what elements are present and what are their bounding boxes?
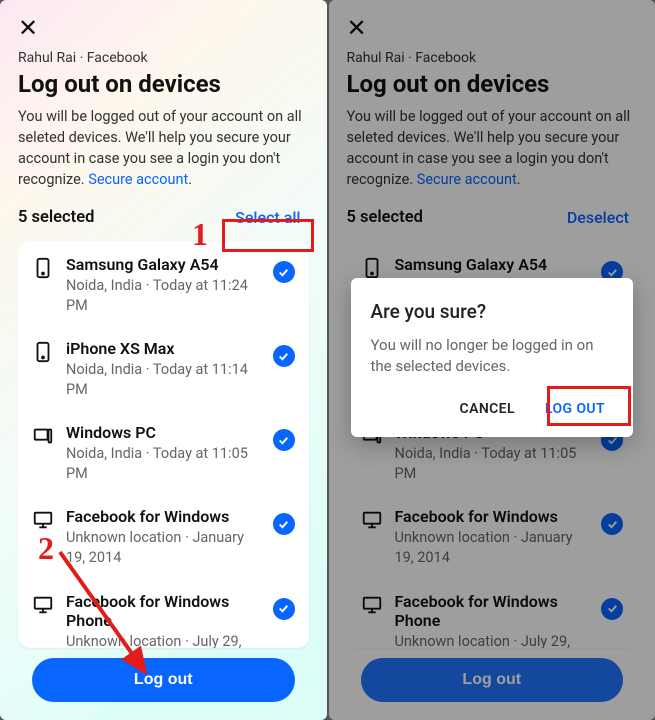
dialog-confirm-button[interactable]: LOG OUT <box>537 395 613 423</box>
selected-count: 5 selected <box>18 208 94 227</box>
device-row[interactable]: Facebook for Windows Unknown location · … <box>347 495 638 579</box>
device-detail: Unknown location · January 19, 2014 <box>395 528 590 567</box>
device-row[interactable]: Windows PC Noida, India · Today at 11:05… <box>18 411 309 495</box>
device-row[interactable]: Samsung Galaxy A54 Noida, India · Today … <box>18 243 309 327</box>
device-name: Facebook for Windows Phone <box>395 592 590 630</box>
panel-right: ✕ Rahul Rai · Facebook Log out on device… <box>329 0 655 720</box>
phone-icon <box>32 341 54 363</box>
monitor-icon <box>32 594 54 616</box>
device-row[interactable]: Facebook for Windows Unknown location · … <box>18 495 309 579</box>
device-detail: Noida, India · Today at 11:24 PM <box>66 276 261 315</box>
checkmark-icon[interactable] <box>273 261 295 283</box>
checkmark-icon[interactable] <box>273 513 295 535</box>
page-title: Log out on devices <box>18 70 309 98</box>
device-detail: Noida, India · Today at 11:05 PM <box>395 444 590 483</box>
close-icon[interactable]: ✕ <box>18 16 38 40</box>
device-name: Samsung Galaxy A54 <box>395 255 590 274</box>
device-row[interactable]: Facebook for Windows Phone Unknown locat… <box>347 580 638 648</box>
device-name: Facebook for Windows <box>395 507 590 526</box>
secure-account-link[interactable]: Secure account <box>417 171 517 188</box>
page-description: You will be logged out of your account o… <box>347 106 638 190</box>
checkmark-icon[interactable] <box>273 345 295 367</box>
monitor-icon <box>361 509 383 531</box>
device-name: Facebook for Windows <box>66 507 261 526</box>
select-all-button[interactable]: Select all <box>227 204 308 231</box>
logout-button[interactable]: Log out <box>32 658 295 702</box>
device-row[interactable]: Facebook for Windows Phone Unknown locat… <box>18 580 309 648</box>
device-name: Samsung Galaxy A54 <box>66 255 261 274</box>
monitor-icon <box>361 594 383 616</box>
page-title: Log out on devices <box>347 70 638 98</box>
device-detail: Noida, India · Today at 11:05 PM <box>66 444 261 483</box>
pc-icon <box>32 425 54 447</box>
checkmark-icon[interactable] <box>601 598 623 620</box>
device-name: iPhone XS Max <box>66 339 261 358</box>
checkmark-icon[interactable] <box>601 513 623 535</box>
device-detail: Unknown location · January 19, 2014 <box>66 528 261 567</box>
device-detail: Unknown location · July 29, <box>395 632 590 648</box>
deselect-button[interactable]: Deselect <box>559 204 637 231</box>
panel-left: ✕ Rahul Rai · Facebook Log out on device… <box>0 0 327 720</box>
close-icon[interactable]: ✕ <box>347 16 367 40</box>
page-description: You will be logged out of your account o… <box>18 106 309 190</box>
dialog-message: You will no longer be logged in on the s… <box>371 335 614 377</box>
dialog-cancel-button[interactable]: CANCEL <box>452 395 523 423</box>
confirm-dialog: Are you sure? You will no longer be logg… <box>351 278 634 437</box>
dialog-title: Are you sure? <box>371 300 614 323</box>
device-list: Samsung Galaxy A54 Noida, India · Today … <box>18 241 309 648</box>
breadcrumb: Rahul Rai · Facebook <box>18 50 309 66</box>
logout-button[interactable]: Log out <box>361 658 624 702</box>
checkmark-icon[interactable] <box>273 429 295 451</box>
device-name: Windows PC <box>66 423 261 442</box>
checkmark-icon[interactable] <box>273 598 295 620</box>
breadcrumb: Rahul Rai · Facebook <box>347 50 638 66</box>
secure-account-link[interactable]: Secure account <box>88 171 188 188</box>
device-row[interactable]: iPhone XS Max Noida, India · Today at 11… <box>18 327 309 411</box>
device-name: Facebook for Windows Phone <box>66 592 261 630</box>
device-detail: Unknown location · July 29, <box>66 632 261 648</box>
selected-count: 5 selected <box>347 208 423 227</box>
device-detail: Noida, India · Today at 11:14 PM <box>66 360 261 399</box>
phone-icon <box>32 257 54 279</box>
phone-icon <box>361 257 383 279</box>
monitor-icon <box>32 509 54 531</box>
